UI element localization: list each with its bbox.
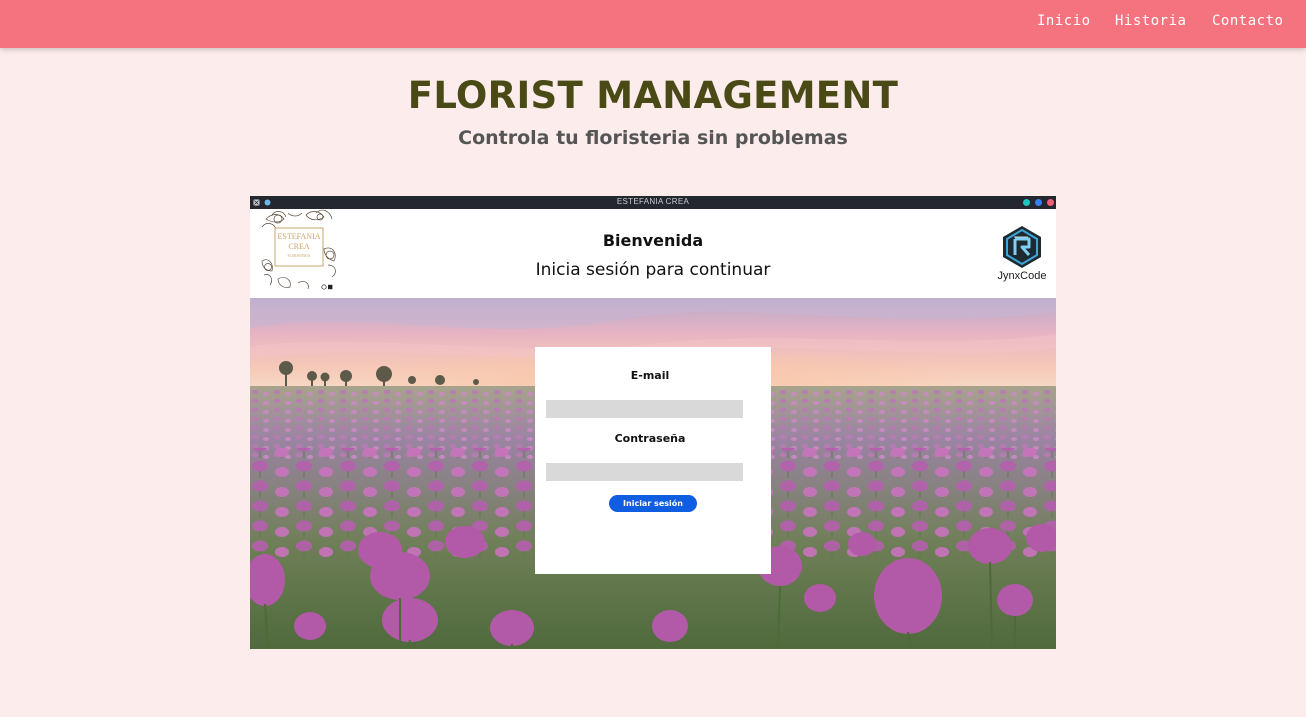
estefania-crea-logo: ESTEFANIA CREA FLORISTERIA [261,209,336,290]
welcome-subheading: Inicia sesión para continuar [535,260,771,280]
password-field[interactable] [546,463,743,481]
estefania-logo-text-line2: CREA [288,242,310,251]
password-label: Contraseña [614,432,686,445]
page-subtitle: Controla tu floristeria sin problemas [458,127,848,149]
close-button[interactable] [1047,199,1054,206]
login-button[interactable]: Iniciar sesión [609,495,697,512]
jynxcode-hex-icon [1003,226,1041,268]
app-preview-window: ESTEFANIA CREA ESTEFANIA CREA FLORISTERI… [250,196,1056,649]
email-field[interactable] [546,400,743,418]
jynxcode-logo-text: JynxCode [997,270,1047,282]
nav-link-historia[interactable]: Historia [1115,13,1186,29]
window-title: ESTEFANIA CREA [616,197,690,206]
nav-link-inicio[interactable]: Inicio [1037,13,1091,29]
nav-link-contacto[interactable]: Contacto [1212,13,1283,29]
welcome-heading: Bienvenida [602,231,704,250]
email-label: E-mail [630,369,670,382]
facebook-icon [328,284,333,290]
maximize-button[interactable] [1035,199,1042,206]
instagram-icon [321,284,327,290]
top-navbar: Inicio Historia Contacto [0,0,1306,48]
estefania-logo-text-line1: ESTEFANIA [278,232,321,241]
estefania-logo-text-line3: FLORISTERIA [288,254,311,258]
minimize-button[interactable] [1023,199,1030,206]
app-header: ESTEFANIA CREA FLORISTERIA Bienvenida In… [250,209,1056,298]
page-title: FLORIST MANAGEMENT [407,74,899,117]
login-card: E-mail Contraseña Iniciar sesión [535,347,771,574]
jynxcode-logo: JynxCode [994,225,1050,285]
window-titlebar: ESTEFANIA CREA [250,196,1056,209]
